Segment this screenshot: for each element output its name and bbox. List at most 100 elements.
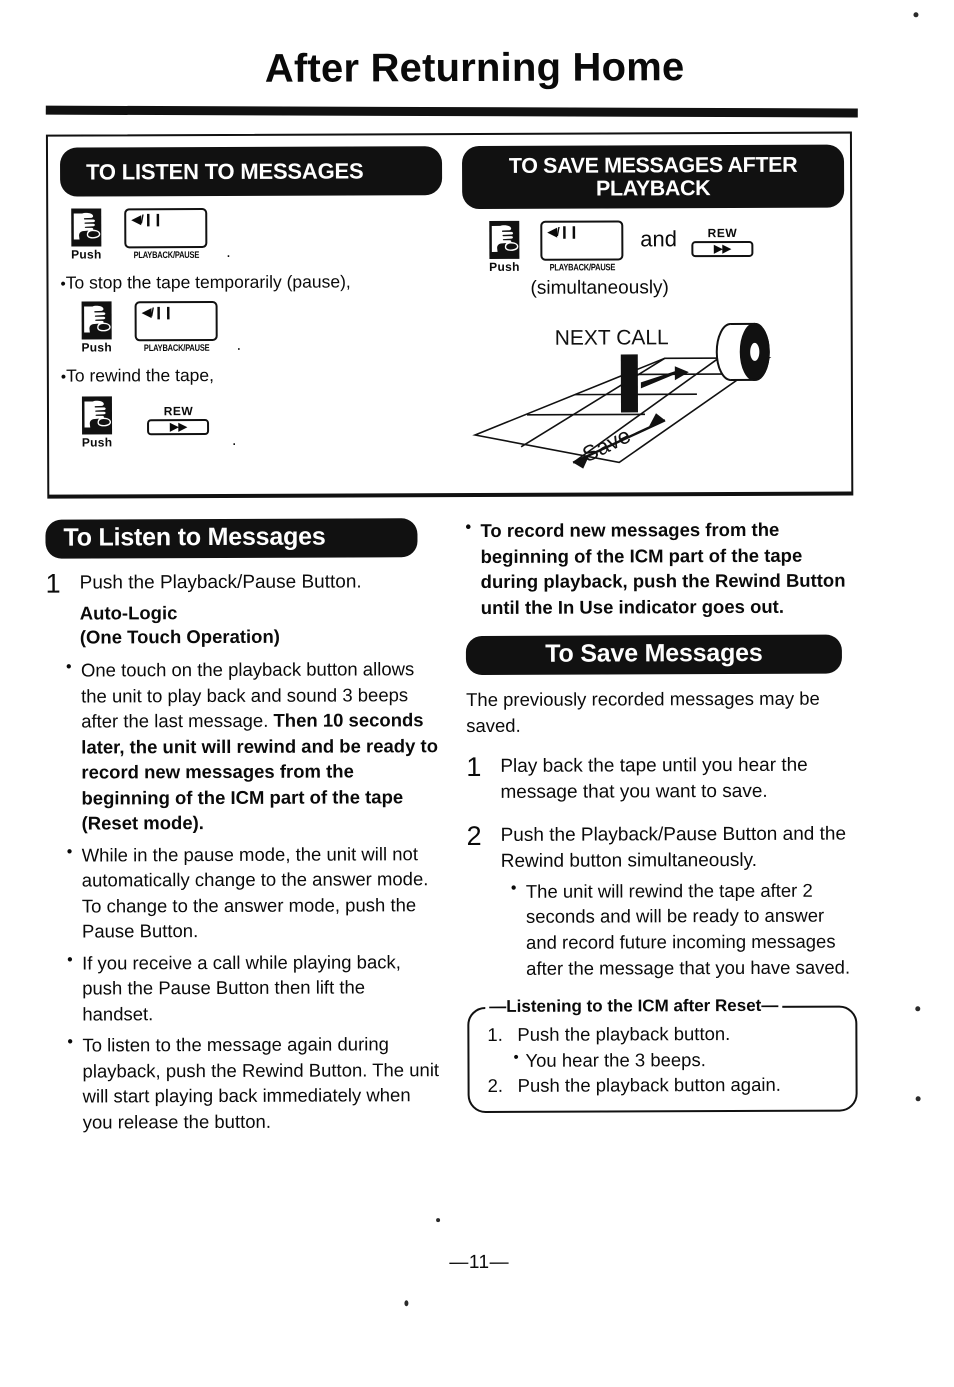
- panel-header-save: TO SAVE MESSAGES AFTER PLAYBACK: [461, 144, 845, 210]
- and-connector-label: and: [640, 226, 678, 252]
- list-item: The unit will rewind the tape after 2 se…: [511, 878, 857, 981]
- pointing-hand-icon: [81, 396, 113, 435]
- reset-steps-list: 1. Push the playback button.: [479, 1022, 845, 1048]
- save-step-1: 1 Play back the tape until you hear the …: [466, 752, 856, 807]
- reset-info-box: —Listening to the ICM after Reset— 1. Pu…: [467, 995, 858, 1114]
- playback-pause-glyph-icon: ◀/❙❙: [131, 212, 163, 227]
- panel-header-listen: TO LISTEN TO MESSAGES: [59, 146, 443, 197]
- playback-pause-button-graphic: ◀/❙❙ PLAYBACK/PAUSE: [124, 208, 208, 261]
- list-item: While in the pause mode, the unit will n…: [67, 841, 439, 944]
- illustration-panel-save: TO SAVE MESSAGES AFTER PLAYBACK Push ◀/❙…: [461, 134, 845, 493]
- item-number: 2.: [487, 1074, 504, 1096]
- bullet-text-normal: To listen to the message again during pl…: [82, 1033, 440, 1133]
- pointing-hand-icon: [489, 220, 520, 260]
- illustration-frame: TO LISTEN TO MESSAGES Push ◀/❙❙ PLAYBACK…: [45, 131, 854, 499]
- listen-bullet-list: One touch on the playback button allows …: [66, 656, 440, 1135]
- simultaneously-note: (simultaneously): [530, 277, 669, 299]
- scan-speck: [436, 1218, 441, 1223]
- next-call-label-text: NEXT CALL: [555, 326, 669, 349]
- save-step-row: Push ◀/❙❙ PLAYBACK/PAUSE and REW ▶▶: [484, 220, 844, 274]
- page-title: After Returning Home: [264, 45, 685, 91]
- pointing-hand-icon: [81, 301, 112, 340]
- document-page: After Returning Home TO LISTEN TO MESSAG…: [0, 0, 954, 1351]
- scan-speck: [915, 1096, 921, 1102]
- push-label: Push: [71, 247, 102, 262]
- list-item: To record new messages from the beginnin…: [465, 517, 855, 621]
- step-number: 1: [45, 568, 61, 599]
- step-number: 2: [466, 820, 482, 851]
- step-text: Push the Playback/Pause Button.: [79, 571, 362, 594]
- item-text: Push the playback button again.: [517, 1073, 781, 1096]
- list-item: If you receive a call while playing back…: [67, 949, 439, 1027]
- period-mark: .: [231, 432, 237, 450]
- push-hand-unit: Push: [66, 208, 106, 262]
- playback-pause-caption: PLAYBACK/PAUSE: [143, 342, 210, 354]
- rewind-button-graphic: REW ▶▶: [147, 404, 210, 436]
- push-label: Push: [81, 435, 113, 450]
- left-column: To Listen to Messages 1 Push the Playbac…: [45, 518, 439, 1141]
- push-label: Push: [489, 259, 520, 275]
- item-number: 1.: [487, 1023, 503, 1045]
- scan-speck: [915, 1006, 921, 1012]
- listen-note-pause-text: To stop the tape temporarily (pause),: [65, 271, 351, 293]
- section-banner-listen: To Listen to Messages: [45, 518, 418, 559]
- title-underline-rule: [45, 105, 858, 118]
- list-item: To listen to the message again during pl…: [67, 1031, 439, 1134]
- bullet-text-normal: While in the pause mode, the unit will n…: [81, 842, 429, 942]
- playback-pause-button-face: ◀/❙❙: [135, 301, 219, 342]
- bullet-text-bold: To record new messages from the beginnin…: [480, 518, 846, 618]
- playback-pause-button-graphic: ◀/❙❙ PLAYBACK/PAUSE: [540, 220, 624, 274]
- list-item: 2. Push the playback button again.: [480, 1072, 846, 1098]
- listen-note-rewind-text: To rewind the tape,: [66, 365, 215, 386]
- step-text: Push the Playback/Pause Button and the R…: [500, 823, 847, 872]
- item-text: Push the playback button.: [517, 1023, 731, 1045]
- playback-pause-caption: PLAYBACK/PAUSE: [549, 261, 616, 274]
- save-intro-text: The previously recorded messages may be …: [466, 687, 820, 736]
- push-label: Push: [81, 340, 113, 355]
- scan-speck: [404, 1300, 409, 1307]
- push-hand-unit: Push: [484, 220, 524, 275]
- step-number: 1: [466, 752, 482, 783]
- period-mark: .: [226, 244, 231, 262]
- legend-dash-right: —: [761, 995, 779, 1015]
- legend-text: Listening to the ICM after Reset: [506, 995, 762, 1016]
- illustration-panel-listen: TO LISTEN TO MESSAGES Push ◀/❙❙ PLAYBACK…: [59, 135, 451, 494]
- listen-step-row-2: Push ◀/❙❙ PLAYBACK/PAUSE .: [77, 300, 451, 355]
- push-hand-unit: Push: [77, 301, 117, 355]
- one-touch-heading: (One Touch Operation): [79, 625, 280, 648]
- bullet-text-normal: The unit will rewind the tape after 2 se…: [525, 879, 851, 979]
- record-new-messages-list: To record new messages from the beginnin…: [465, 517, 855, 621]
- listen-note-rewind: •To rewind the tape,: [61, 364, 451, 386]
- auto-logic-heading: Auto-Logic: [79, 602, 178, 624]
- list-item: 1. Push the playback button.: [479, 1022, 845, 1048]
- listen-step-1: 1 Push the Playback/Pause Button.: [45, 568, 438, 599]
- reset-steps-list-2: 2. Push the playback button again.: [480, 1072, 846, 1098]
- listen-note-pause: •To stop the tape temporarily (pause),: [60, 271, 450, 293]
- legend-dash-left: —: [489, 996, 507, 1016]
- bullet-text-normal: If you receive a call while playing back…: [82, 951, 401, 1025]
- rewind-button-label: REW: [163, 404, 194, 419]
- save-step-2-notes: The unit will rewind the tape after 2 se…: [511, 878, 857, 981]
- rewind-button-label: REW: [707, 226, 738, 241]
- playback-pause-glyph-icon: ◀/❙❙: [547, 224, 579, 239]
- list-item: One touch on the playback button allows …: [66, 656, 439, 836]
- rewind-glyph-icon: ▶▶: [170, 421, 187, 434]
- listen-step-row-3: Push REW ▶▶ .: [77, 395, 451, 450]
- right-column: To record new messages from the beginnin…: [465, 517, 858, 1114]
- period-mark: .: [236, 336, 242, 355]
- page-number: —11—: [449, 1251, 510, 1274]
- push-hand-unit: Push: [77, 396, 117, 450]
- playback-pause-button-graphic: ◀/❙❙ PLAYBACK/PAUSE: [135, 301, 219, 354]
- tape-save-diagram: NEXT CALL Save: [469, 312, 842, 481]
- listen-step-row-1: Push ◀/❙❙ PLAYBACK/PAUSE .: [66, 207, 450, 262]
- pointing-hand-icon: [71, 208, 102, 247]
- reset-sub-bullet-text: You hear the 3 beeps.: [525, 1048, 706, 1071]
- scan-speck: [913, 12, 919, 18]
- rewind-glyph-icon: ▶▶: [713, 243, 731, 256]
- rewind-button-face: ▶▶: [147, 419, 210, 436]
- playback-pause-button-face: ◀/❙❙: [124, 208, 208, 249]
- section-banner-save: To Save Messages: [465, 634, 842, 676]
- playback-pause-caption: PLAYBACK/PAUSE: [133, 249, 200, 261]
- reset-info-box-legend: —Listening to the ICM after Reset—: [485, 995, 783, 1018]
- playback-pause-glyph-icon: ◀/❙❙: [142, 305, 173, 320]
